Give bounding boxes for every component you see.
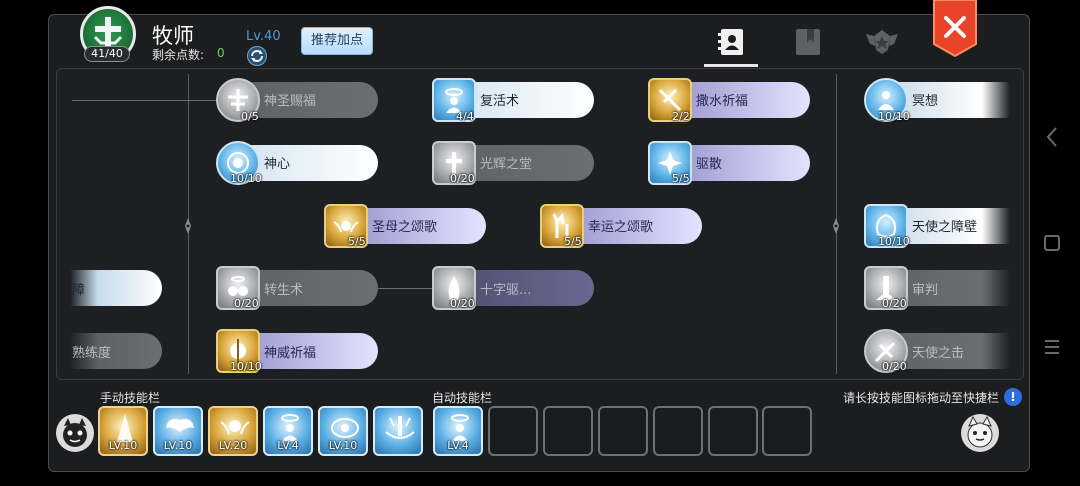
info-icon[interactable]: ! — [1004, 388, 1022, 406]
manual-skill-slot[interactable]: LV.10 — [153, 406, 203, 456]
auto-skill-slot-empty[interactable] — [488, 406, 538, 456]
tab-book[interactable] — [790, 24, 826, 60]
auto-skill-slot-empty[interactable] — [762, 406, 812, 456]
remaining-points-label: 剩余点数: — [152, 48, 205, 62]
manual-bar-avatar-icon[interactable] — [56, 414, 94, 452]
refresh-icon — [251, 50, 263, 62]
cross-emblem-icon — [93, 17, 123, 47]
auto-skill-slot-empty[interactable] — [708, 406, 758, 456]
skill-level: 10/10 — [230, 360, 262, 373]
manual-skill-slot[interactable]: LV.20 — [208, 406, 258, 456]
wing-emblem-icon — [866, 30, 898, 54]
close-button[interactable] — [932, 0, 978, 58]
skill-name: 复活术 — [480, 94, 520, 109]
skill-level: 0/5 — [241, 110, 259, 123]
refresh-button[interactable] — [247, 46, 267, 66]
remaining-points-value: 0 — [217, 46, 225, 60]
manual-skill-slot[interactable]: LV.4 — [263, 406, 313, 456]
menu-nav-icon[interactable] — [1043, 338, 1061, 356]
auto-skill-slot[interactable]: LV.4 — [433, 406, 483, 456]
auto-skill-slot-empty[interactable] — [653, 406, 703, 456]
skill-name: 光辉之堂 — [480, 157, 533, 172]
auto-skill-bar-label: 自动技能栏 — [432, 391, 493, 405]
character-level: Lv.40 — [246, 29, 281, 44]
book-icon — [796, 29, 820, 55]
close-icon — [933, 0, 977, 58]
skill-name: 熟练度 — [72, 346, 112, 361]
back-nav-icon[interactable] — [1044, 126, 1060, 148]
manual-skill-slot[interactable]: LV.10 — [98, 406, 148, 456]
tree-connector — [374, 288, 438, 289]
divider-ornament-icon — [185, 218, 191, 234]
skill-level: 0/20 — [882, 360, 907, 373]
auto-bar-avatar-icon[interactable] — [961, 414, 999, 452]
recommend-points-button[interactable]: 推荐加点 — [301, 27, 373, 55]
skill-level: 0/20 — [450, 297, 475, 310]
skill-level: 0/20 — [234, 297, 259, 310]
auto-skill-slot-empty[interactable] — [598, 406, 648, 456]
skill-level: 0/20 — [882, 297, 907, 310]
skill-level: 10/10 — [878, 110, 910, 123]
active-tab-indicator — [704, 64, 758, 67]
skill-name: 神心 — [264, 157, 291, 172]
drag-hint-text: 请长按技能图标拖动至快捷栏 — [843, 391, 1000, 405]
tab-skills[interactable] — [714, 24, 750, 60]
manual-skill-slot[interactable]: LV.10 — [318, 406, 368, 456]
skill-level: 4/4 — [456, 110, 474, 123]
skill-level: 10/10 — [230, 172, 262, 185]
divider-ornament-icon — [833, 218, 839, 234]
skill-level: 0/20 — [450, 172, 475, 185]
manual-skill-slot[interactable] — [373, 406, 423, 456]
skill-name: 天使之障壁 — [912, 220, 978, 235]
manual-skill-bar-label: 手动技能栏 — [100, 391, 161, 405]
skill-name: 圣母之颂歌 — [372, 220, 438, 235]
auto-skill-slot-empty[interactable] — [543, 406, 593, 456]
skill-level: 2/2 — [672, 110, 690, 123]
skill-name: 幸运之颂歌 — [588, 220, 654, 235]
skill-name: 驱散 — [696, 157, 723, 172]
skill-name: 神威祈福 — [264, 346, 317, 361]
skill-name: 十字驱... — [480, 283, 532, 298]
skill-level: 5/5 — [348, 235, 366, 248]
skill-name: 神圣赐福 — [264, 94, 317, 109]
skill-book-icon — [718, 29, 743, 55]
skill-level: 5/5 — [672, 172, 690, 185]
skill-name: 天使之击 — [912, 346, 965, 361]
skill-points-bar: 41/40 — [84, 46, 130, 62]
home-nav-icon[interactable] — [1043, 234, 1061, 252]
skill-name: 冥想 — [912, 94, 939, 109]
skill-name: 障 — [72, 283, 86, 298]
skill-level: 5/5 — [564, 235, 582, 248]
skill-name: 撒水祈福 — [696, 94, 749, 109]
skill-level: 10/10 — [878, 235, 910, 248]
skill-name: 审判 — [912, 283, 939, 298]
tab-guild[interactable] — [864, 24, 900, 60]
tree-connector — [72, 100, 220, 101]
skill-name: 转生术 — [264, 283, 304, 298]
